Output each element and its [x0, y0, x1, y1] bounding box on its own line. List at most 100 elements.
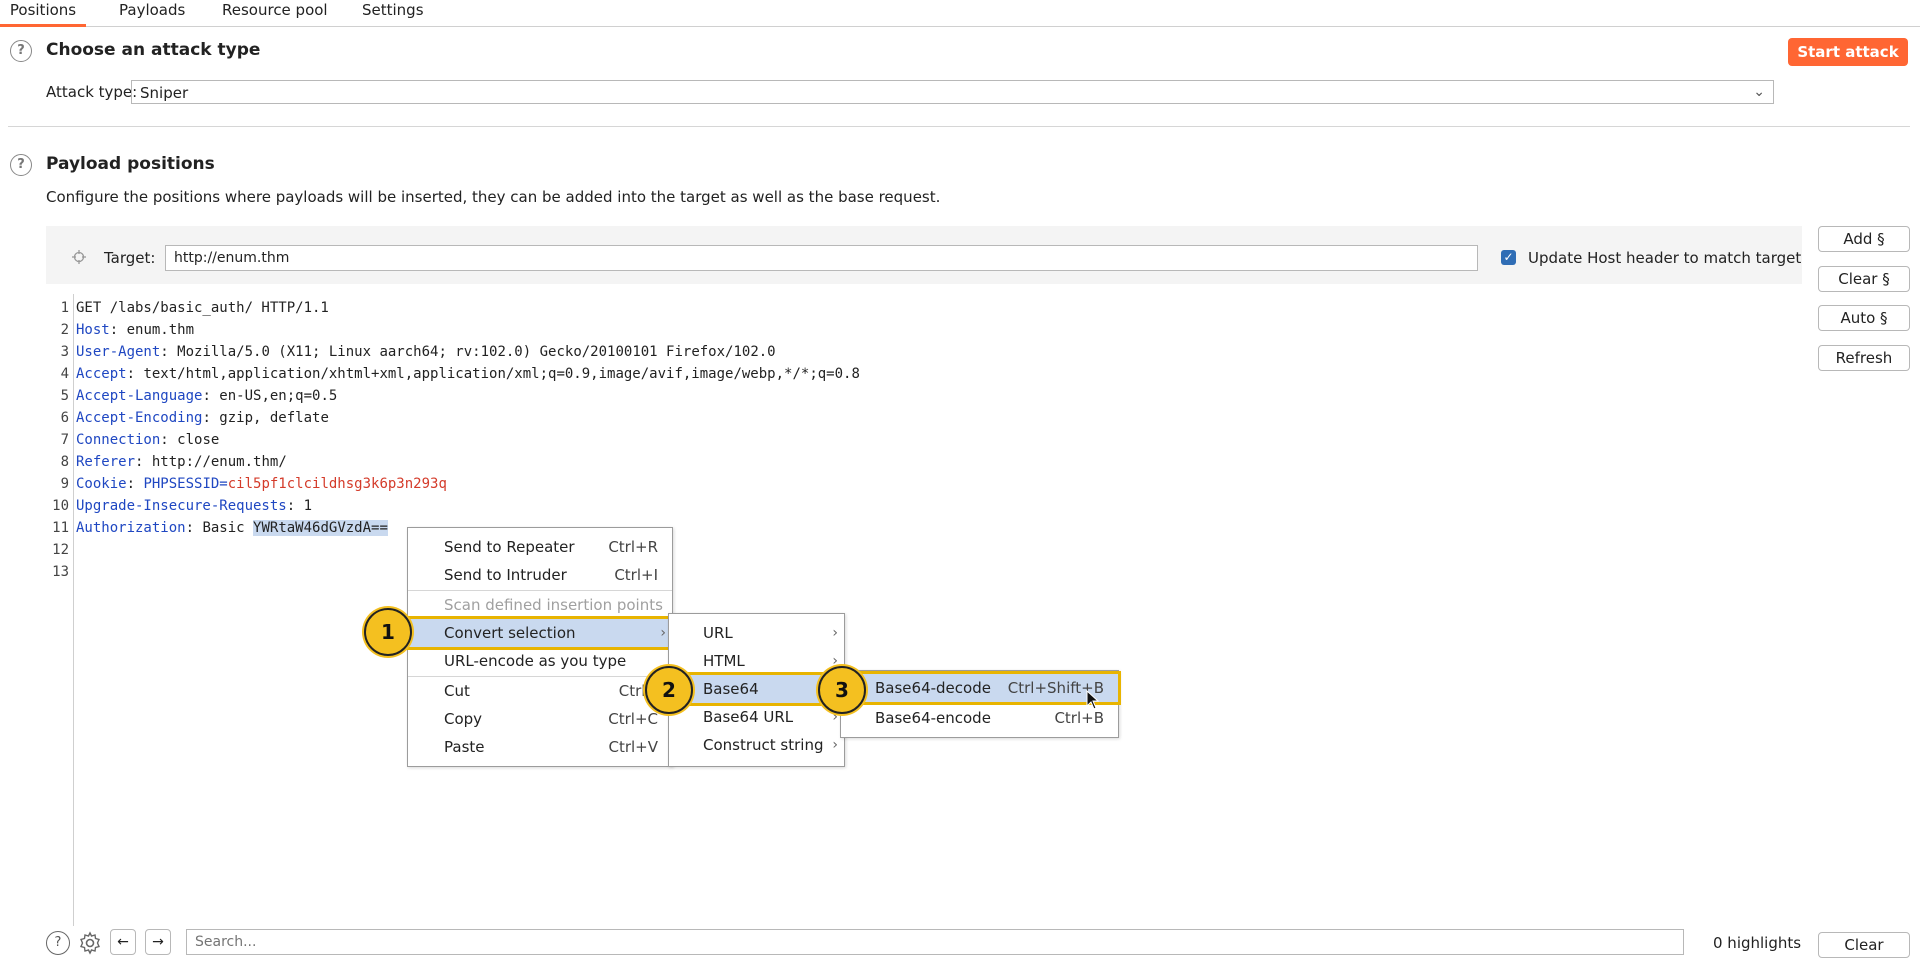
header-value: enum.thm: [118, 322, 195, 338]
base64-submenu: Base64-decode Ctrl+Shift+B Base64-encode C…: [838, 670, 1121, 738]
selected-text[interactable]: YWRtaW46dGVzdA==: [253, 520, 388, 536]
header-name: Cookie: [76, 476, 127, 492]
menu-item-url-encode-as-you-type[interactable]: URL-encode as you type: [408, 647, 672, 675]
target-input[interactable]: http://enum.thm: [165, 245, 1478, 271]
line-number: 3: [60, 344, 69, 360]
menu-item-send-to-intruder[interactable]: Send to Intruder Ctrl+I: [408, 561, 672, 589]
help-icon[interactable]: ?: [10, 40, 32, 62]
line-number: 5: [60, 388, 69, 404]
attack-type-title: Choose an attack type: [46, 40, 261, 60]
menu-item-paste[interactable]: Paste Ctrl+V: [408, 733, 672, 761]
help-icon[interactable]: ?: [10, 154, 32, 176]
crosshair-icon: [72, 249, 86, 264]
chevron-right-icon: ›: [832, 737, 838, 753]
line-number: 9: [60, 476, 69, 492]
header-name: User-Agent: [76, 344, 161, 360]
gear-icon[interactable]: [78, 931, 102, 955]
header-line: User-Agent: Mozilla/5.0 (X11; Linux aarc…: [76, 344, 776, 360]
line-number: 2: [60, 322, 69, 338]
line-number: 4: [60, 366, 69, 382]
line-number: 13: [52, 564, 69, 580]
menu-item-copy[interactable]: Copy Ctrl+C: [408, 705, 672, 733]
authorization-line: Authorization: Basic YWRtaW46dGVzdA==: [76, 520, 388, 536]
search-input[interactable]: [186, 929, 1684, 955]
header-line: Connection: close: [76, 432, 220, 448]
header-line: Upgrade-Insecure-Requests: 1: [76, 498, 313, 514]
tab-payloads[interactable]: Payloads: [119, 0, 185, 24]
attack-type-value: Sniper: [140, 84, 189, 102]
cookie-value: cil5pf1clcildhsg3k6p3n293q: [227, 476, 447, 492]
menu-item-cut[interactable]: Cut Ctrl+: [408, 677, 672, 705]
line-number: 6: [60, 410, 69, 426]
cookie-line: Cookie: PHPSESSID=cil5pf1clcildhsg3k6p3n…: [76, 476, 447, 492]
arrow-left-icon[interactable]: ←: [110, 929, 136, 955]
highlights-count: 0 highlights: [1713, 934, 1802, 952]
attack-type-select[interactable]: Sniper ⌄: [131, 80, 1774, 104]
header-line: Host: enum.thm: [76, 322, 195, 338]
tab-settings[interactable]: Settings: [362, 0, 424, 24]
header-value: Mozilla/5.0 (X11; Linux aarch64; rv:102.…: [168, 344, 776, 360]
menu-item-base64-encode[interactable]: Base64-encode Ctrl+B: [841, 704, 1118, 732]
chevron-down-icon: ⌄: [1753, 84, 1765, 100]
menu-item-base64-decode[interactable]: Base64-decode Ctrl+Shift+B: [838, 671, 1121, 705]
line-number: 11: [52, 520, 69, 536]
request-line: GET /labs/basic_auth/ HTTP/1.1: [76, 300, 329, 316]
arrow-right-icon[interactable]: →: [145, 929, 171, 955]
menu-item-scan-insertion-points: Scan defined insertion points: [444, 596, 663, 614]
header-value: gzip, deflate: [210, 410, 329, 426]
update-host-label: Update Host header to match target: [1528, 249, 1802, 267]
step-badge: 3: [818, 666, 866, 714]
line-number-gutter: 1 2 3 4 5 6 7 8 9 10 11 12 13: [46, 294, 74, 926]
header-name: Accept-Encoding: [76, 410, 203, 426]
menu-item-base64-url[interactable]: Base64 URL ›: [669, 703, 844, 731]
header-name: Referer: [76, 454, 136, 470]
payload-positions-title: Payload positions: [46, 154, 215, 174]
chevron-right-icon: ›: [832, 625, 838, 641]
header-name: Authorization: [76, 520, 186, 536]
header-value: text/html,application/xhtml+xml,applicat…: [135, 366, 860, 382]
header-line: Referer: http://enum.thm/: [76, 454, 287, 470]
header-value: close: [168, 432, 220, 448]
tab-positions[interactable]: Positions: [0, 0, 86, 27]
menu-item-url[interactable]: URL ›: [669, 619, 844, 647]
step-badge: 1: [364, 608, 412, 656]
header-line: Accept-Language: en-US,en;q=0.5: [76, 388, 338, 404]
menu-item-send-to-repeater[interactable]: Send to Repeater Ctrl+R: [408, 533, 672, 561]
auto-section-button[interactable]: Auto §: [1818, 305, 1910, 331]
clear-search-button[interactable]: Clear: [1818, 932, 1910, 958]
payload-positions-description: Configure the positions where payloads w…: [46, 188, 941, 206]
header-name: Host: [76, 322, 110, 338]
line-number: 8: [60, 454, 69, 470]
section-divider: [8, 126, 1910, 127]
tab-resource-pool[interactable]: Resource pool: [222, 0, 328, 24]
cookie-key: PHPSESSID: [143, 476, 220, 492]
context-menu: Send to Repeater Ctrl+R Send to Intruder C…: [405, 527, 675, 767]
menu-item-html[interactable]: HTML ›: [669, 647, 844, 675]
header-line: Accept: text/html,application/xhtml+xml,…: [76, 366, 860, 382]
menu-item-convert-selection[interactable]: Convert selection ›: [405, 616, 675, 650]
auth-scheme: Basic: [194, 520, 254, 536]
header-line: Accept-Encoding: gzip, deflate: [76, 410, 329, 426]
target-label: Target:: [104, 249, 156, 267]
header-name: Connection: [76, 432, 161, 448]
header-value: 1: [295, 498, 313, 514]
start-attack-button[interactable]: Start attack: [1788, 38, 1908, 66]
line-number: 10: [52, 498, 69, 514]
tab-bar: Positions Payloads Resource pool Setting…: [0, 0, 1920, 27]
line-number: 12: [52, 542, 69, 558]
attack-type-label: Attack type:: [46, 83, 138, 101]
header-name: Accept: [76, 366, 127, 382]
refresh-button[interactable]: Refresh: [1818, 345, 1910, 371]
line-number: 1: [60, 300, 69, 316]
header-name: Accept-Language: [76, 388, 203, 404]
menu-item-construct-string[interactable]: Construct string ›: [669, 731, 844, 759]
chevron-right-icon: ›: [660, 625, 666, 641]
update-host-checkbox[interactable]: ✓: [1501, 250, 1516, 265]
step-badge: 2: [645, 666, 693, 714]
help-icon[interactable]: ?: [46, 931, 70, 955]
add-section-button[interactable]: Add §: [1818, 226, 1910, 252]
mouse-pointer-icon: [1086, 689, 1100, 710]
header-name: Upgrade-Insecure-Requests: [76, 498, 287, 514]
clear-section-button[interactable]: Clear §: [1818, 266, 1910, 292]
line-number: 7: [60, 432, 69, 448]
